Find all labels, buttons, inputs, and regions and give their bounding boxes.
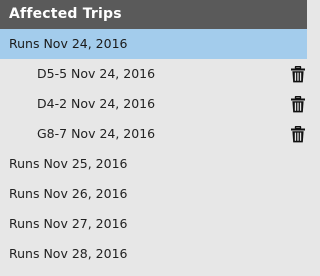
affected-trips-panel: Affected Trips Runs Nov 24, 2016 D5-5 No… [0,0,307,276]
trip-row-label: D4-2 Nov 24, 2016 [37,96,156,111]
date-row-nov-27[interactable]: Runs Nov 27, 2016 [0,209,307,239]
date-row-label: Runs Nov 27, 2016 [9,216,128,231]
trip-row-label: G8-7 Nov 24, 2016 [37,126,156,141]
trash-icon[interactable] [290,66,306,83]
date-row-label: Runs Nov 24, 2016 [9,36,128,51]
trip-row-d4-2[interactable]: D4-2 Nov 24, 2016 [0,89,307,119]
trash-icon[interactable] [290,126,306,143]
trip-row-g8-7[interactable]: G8-7 Nov 24, 2016 [0,119,307,149]
trips-list: Runs Nov 24, 2016 D5-5 Nov 24, 2016 D4-2… [0,29,307,269]
trip-row-d5-5[interactable]: D5-5 Nov 24, 2016 [0,59,307,89]
date-row-nov-25[interactable]: Runs Nov 25, 2016 [0,149,307,179]
trip-row-label: D5-5 Nov 24, 2016 [37,66,156,81]
date-row-label: Runs Nov 26, 2016 [9,186,128,201]
date-row-nov-24[interactable]: Runs Nov 24, 2016 [0,29,307,59]
date-row-label: Runs Nov 28, 2016 [9,246,128,261]
trash-icon[interactable] [290,96,306,113]
date-row-label: Runs Nov 25, 2016 [9,156,128,171]
panel-title: Affected Trips [0,0,307,29]
date-row-nov-26[interactable]: Runs Nov 26, 2016 [0,179,307,209]
date-row-nov-28[interactable]: Runs Nov 28, 2016 [0,239,307,269]
